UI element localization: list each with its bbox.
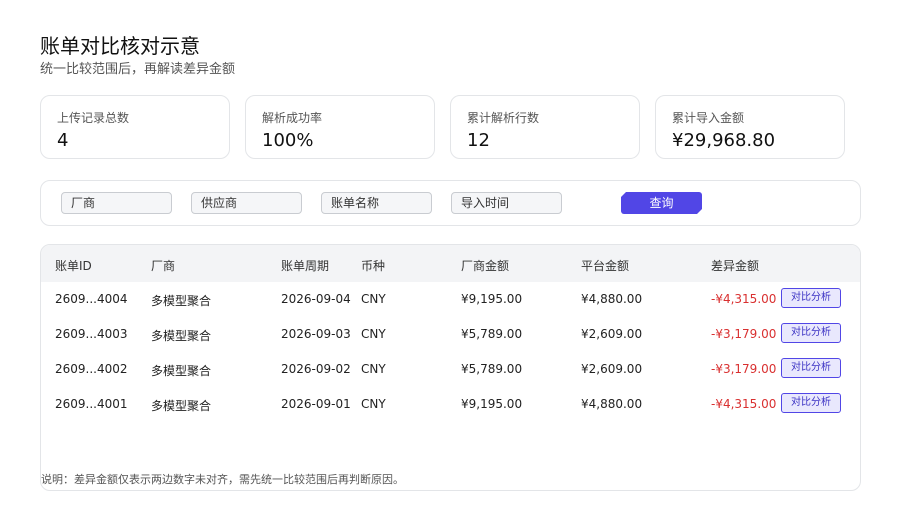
stat-card-upload-count: 上传记录总数 4: [40, 95, 230, 159]
cell-platform-amount: ¥4,880.00: [581, 397, 643, 411]
cell-platform-amount: ¥2,609.00: [581, 327, 643, 341]
filter-bar: 厂商 供应商 账单名称 导入时间 查询: [40, 180, 861, 226]
cell-diff-amount: -¥4,315.00: [711, 292, 777, 306]
compare-analysis-button[interactable]: 对比分析: [781, 323, 841, 343]
cell-period: 2026-09-01: [281, 397, 351, 411]
column-header-bill-id: 账单ID: [55, 259, 92, 273]
cell-platform-amount: ¥4,880.00: [581, 292, 643, 306]
table-header: 账单ID 厂商 账单周期 币种 厂商金额 平台金额 差异金额: [41, 245, 860, 282]
column-header-currency: 币种: [361, 259, 386, 273]
cell-bill-id: 2609...4002: [55, 362, 128, 376]
cell-diff-amount: -¥3,179.00: [711, 362, 777, 376]
cell-period: 2026-09-04: [281, 292, 351, 306]
compare-analysis-button[interactable]: 对比分析: [781, 358, 841, 378]
column-header-platform-amount: 平台金额: [581, 259, 630, 273]
cell-vendor: 多模型聚合: [151, 364, 212, 378]
bill-table: 账单ID 厂商 账单周期 币种 厂商金额 平台金额 差异金额 2609...40…: [40, 244, 861, 491]
page-title: 账单对比核对示意: [40, 34, 200, 58]
import-time-filter-input[interactable]: 导入时间: [451, 192, 562, 214]
stat-card-parsed-rows: 累计解析行数 12: [450, 95, 640, 159]
cell-currency: CNY: [361, 292, 386, 306]
compare-analysis-button[interactable]: 对比分析: [781, 393, 841, 413]
column-header-diff-amount: 差异金额: [711, 259, 760, 273]
query-button[interactable]: 查询: [621, 192, 702, 214]
cell-vendor-amount: ¥5,789.00: [461, 327, 523, 341]
table-footnote: 说明：差异金额仅表示两边数字未对齐，需先统一比较范围后再判断原因。: [41, 473, 404, 486]
cell-period: 2026-09-03: [281, 327, 351, 341]
page-subtitle: 统一比较范围后，再解读差异金额: [40, 62, 236, 77]
cell-vendor-amount: ¥5,789.00: [461, 362, 523, 376]
cell-vendor-amount: ¥9,195.00: [461, 397, 523, 411]
stat-value: 4: [57, 130, 69, 151]
cell-bill-id: 2609...4003: [55, 327, 128, 341]
stat-value: 100%: [262, 130, 314, 151]
cell-currency: CNY: [361, 362, 386, 376]
cell-vendor-amount: ¥9,195.00: [461, 292, 523, 306]
cell-diff-amount: -¥4,315.00: [711, 397, 777, 411]
stat-label: 累计导入金额: [672, 111, 745, 125]
cell-period: 2026-09-02: [281, 362, 351, 376]
cell-bill-id: 2609...4001: [55, 397, 128, 411]
cell-vendor: 多模型聚合: [151, 329, 212, 343]
stat-value: 12: [467, 130, 490, 151]
stat-card-parse-rate: 解析成功率 100%: [245, 95, 435, 159]
column-header-vendor-amount: 厂商金额: [461, 259, 510, 273]
column-header-period: 账单周期: [281, 259, 330, 273]
cell-bill-id: 2609...4004: [55, 292, 128, 306]
cell-currency: CNY: [361, 397, 386, 411]
table-row: 2609...4002 多模型聚合 2026-09-02 CNY ¥5,789.…: [41, 352, 860, 387]
table-row: 2609...4001 多模型聚合 2026-09-01 CNY ¥9,195.…: [41, 387, 860, 422]
vendor-filter-input[interactable]: 厂商: [61, 192, 172, 214]
table-row: 2609...4003 多模型聚合 2026-09-03 CNY ¥5,789.…: [41, 317, 860, 352]
stat-label: 上传记录总数: [57, 111, 130, 125]
supplier-filter-input[interactable]: 供应商: [191, 192, 302, 214]
stat-label: 解析成功率: [262, 111, 323, 125]
stat-value: ¥29,968.80: [672, 130, 776, 151]
cell-platform-amount: ¥2,609.00: [581, 362, 643, 376]
cell-currency: CNY: [361, 327, 386, 341]
table-row: 2609...4004 多模型聚合 2026-09-04 CNY ¥9,195.…: [41, 282, 860, 317]
cell-vendor: 多模型聚合: [151, 294, 212, 308]
cell-vendor: 多模型聚合: [151, 399, 212, 413]
stat-card-imported-amount: 累计导入金额 ¥29,968.80: [655, 95, 845, 159]
cell-diff-amount: -¥3,179.00: [711, 327, 777, 341]
column-header-vendor: 厂商: [151, 259, 176, 273]
stat-label: 累计解析行数: [467, 111, 540, 125]
compare-analysis-button[interactable]: 对比分析: [781, 288, 841, 308]
bill-name-filter-input[interactable]: 账单名称: [321, 192, 432, 214]
